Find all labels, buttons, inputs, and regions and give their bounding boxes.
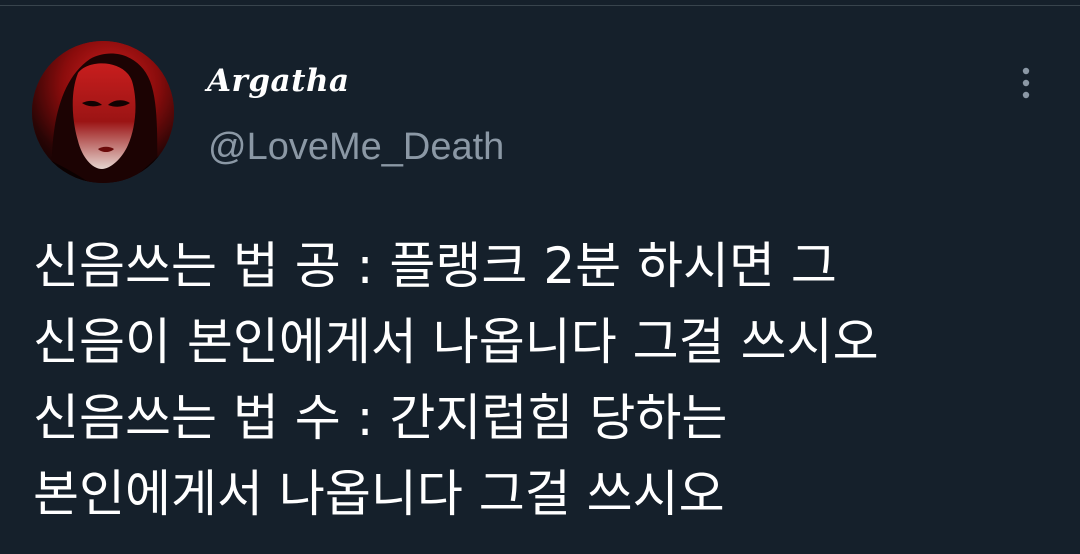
- more-vertical-icon: [1022, 67, 1030, 99]
- avatar-portrait-icon: [32, 41, 174, 183]
- top-divider: [0, 0, 1080, 6]
- tweet-text-line: 신음쓰는 법 공 : 플랭크 2분 하시면 그: [33, 237, 837, 295]
- avatar[interactable]: [32, 41, 174, 183]
- tweet-text: 신음쓰는 법 공 : 플랭크 2분 하시면 그 신음이 본인에게서 나옵니다 그…: [33, 228, 1063, 532]
- author-handle[interactable]: @LoveMe_Death: [208, 124, 504, 170]
- tweet-card: Argatha @LoveMe_Death 신음쓰는 법 공 : 플랭크 2분 …: [0, 0, 1080, 554]
- more-options-button[interactable]: [1008, 60, 1044, 106]
- tweet-text-line: 신음쓰는 법 수 : 간지럽힘 당하는: [33, 389, 728, 447]
- tweet-text-line: 본인에게서 나옵니다 그걸 쓰시오: [33, 465, 725, 523]
- author-display-name[interactable]: Argatha: [207, 58, 350, 104]
- tweet-text-line: 신음이 본인에게서 나옵니다 그걸 쓰시오: [33, 313, 879, 371]
